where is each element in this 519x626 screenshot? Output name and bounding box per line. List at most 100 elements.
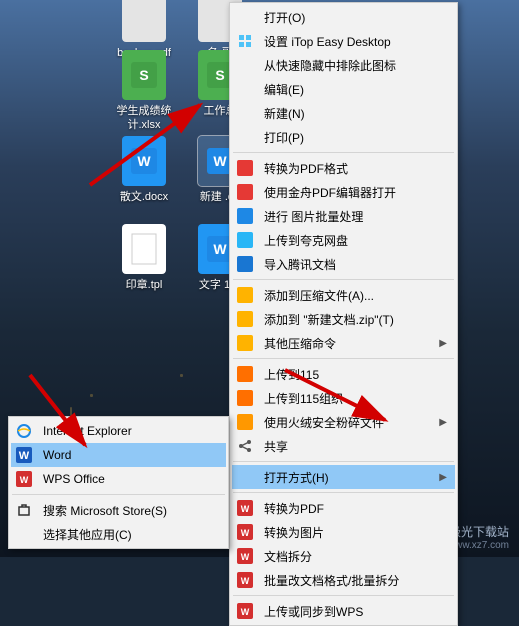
desktop-icon[interactable]: S学生成绩统计.xlsx	[110, 50, 178, 133]
menu-item[interactable]: 添加到压缩文件(A)...	[232, 283, 455, 307]
menu-item-label: 转换为PDF	[264, 500, 433, 517]
menu-item-label: Internet Explorer	[43, 424, 204, 438]
menu-item-label: 上传或同步到WPS	[264, 603, 433, 620]
menu-item[interactable]: 打开(O)	[232, 5, 455, 29]
svg-text:W: W	[20, 475, 29, 485]
store-icon	[15, 501, 33, 519]
menu-item[interactable]: 上传到115组织	[232, 386, 455, 410]
menu-item[interactable]: 其他压缩命令▶	[232, 331, 455, 355]
menu-item[interactable]: W Word	[11, 443, 226, 467]
wps-icon: W	[236, 571, 254, 589]
word-icon: W	[15, 446, 33, 464]
menu-item-label: 其他压缩命令	[264, 335, 433, 352]
blank-icon	[236, 8, 254, 26]
menu-separator	[233, 595, 454, 596]
huorong-icon	[236, 413, 254, 431]
menu-item-label: 进行 图片批量处理	[264, 208, 433, 225]
menu-item-label: Word	[43, 448, 204, 462]
blank-icon	[15, 525, 33, 543]
menu-item[interactable]: 上传到115	[232, 362, 455, 386]
menu-separator	[233, 461, 454, 462]
menu-item[interactable]: 打印(P)	[232, 125, 455, 149]
menu-item-label: 导入腾讯文档	[264, 256, 433, 273]
zip-icon	[236, 286, 254, 304]
submenu-arrow-icon: ▶	[439, 472, 447, 483]
menu-item[interactable]: 使用金舟PDF编辑器打开	[232, 180, 455, 204]
svg-text:W: W	[241, 607, 250, 617]
menu-item[interactable]: 编辑(E)	[232, 77, 455, 101]
menu-item-label: 从快速隐藏中排除此图标	[264, 57, 433, 74]
menu-item[interactable]: 打开方式(H) ▶	[232, 465, 455, 489]
svg-text:W: W	[241, 552, 250, 562]
menu-item-label: 打开(O)	[264, 9, 433, 26]
menu-item-label: 打印(P)	[264, 129, 433, 146]
menu-separator	[12, 494, 225, 495]
menu-item[interactable]: Internet Explorer	[11, 419, 226, 443]
menu-item[interactable]: W 上传或同步到WPS	[232, 599, 455, 623]
menu-item-label: 打开方式(H)	[264, 469, 433, 486]
tencent-icon	[236, 255, 254, 273]
xls-file-icon: S	[122, 50, 166, 100]
pdf-icon	[236, 183, 254, 201]
menu-separator	[233, 358, 454, 359]
menu-item-label: 上传到夸克网盘	[264, 232, 433, 249]
menu-item-label: 转换为PDF格式	[264, 160, 433, 177]
menu-item[interactable]: 共享	[232, 434, 455, 458]
wps-icon: W	[15, 470, 33, 488]
context-menu[interactable]: 打开(O) 设置 iTop Easy Desktop 从快速隐藏中排除此图标编辑(E…	[229, 2, 458, 626]
menu-item[interactable]: W 批量改文档格式/批量拆分	[232, 568, 455, 592]
menu-item[interactable]: 上传到夸克网盘	[232, 228, 455, 252]
menu-item[interactable]: W 文档拆分	[232, 544, 455, 568]
menu-item-label: 转换为图片	[264, 524, 433, 541]
menu-item[interactable]: 搜索 Microsoft Store(S)	[11, 498, 226, 522]
menu-item-label: 添加到压缩文件(A)...	[264, 287, 433, 304]
wps-icon: W	[236, 499, 254, 517]
menu-item[interactable]: 添加到 "新建文档.zip"(T)	[232, 307, 455, 331]
wps-icon: W	[236, 523, 254, 541]
menu-item-label: WPS Office	[43, 472, 204, 486]
desktop-icon-label: 印章.tpl	[110, 278, 178, 292]
blank-icon	[236, 56, 254, 74]
pdf-icon	[236, 159, 254, 177]
grid-icon	[236, 32, 254, 50]
wps2-icon: W	[236, 602, 254, 620]
menu-item-label: 文档拆分	[264, 548, 433, 565]
menu-item-label: 批量改文档格式/批量拆分	[264, 572, 433, 589]
menu-item[interactable]: 设置 iTop Easy Desktop	[232, 29, 455, 53]
menu-item-label: 上传到115组织	[264, 390, 433, 407]
blank-icon	[236, 128, 254, 146]
menu-item[interactable]: 选择其他应用(C)	[11, 522, 226, 546]
open-with-submenu[interactable]: Internet Explorer W Word W WPS Office 搜索 Micr…	[8, 416, 229, 549]
menu-item[interactable]: 新建(N)	[232, 101, 455, 125]
menu-item-label: 共享	[264, 438, 433, 455]
menu-separator	[233, 492, 454, 493]
ie-icon	[15, 422, 33, 440]
desktop-icon-label: 散文.docx	[110, 190, 178, 204]
share-icon	[236, 437, 254, 455]
menu-item-label: 新建(N)	[264, 105, 433, 122]
115-icon	[236, 389, 254, 407]
svg-text:W: W	[241, 504, 250, 514]
blank-icon	[236, 80, 254, 98]
blank-icon	[236, 104, 254, 122]
menu-separator	[233, 279, 454, 280]
menu-item[interactable]: W WPS Office	[11, 467, 226, 491]
svg-text:W: W	[137, 153, 151, 169]
menu-item[interactable]: 从快速隐藏中排除此图标	[232, 53, 455, 77]
cloud-icon	[236, 231, 254, 249]
svg-text:W: W	[213, 241, 227, 257]
menu-item[interactable]: 导入腾讯文档	[232, 252, 455, 276]
desktop-icon[interactable]: W 散文.docx	[110, 136, 178, 204]
svg-text:W: W	[241, 576, 250, 586]
menu-item-label: 编辑(E)	[264, 81, 433, 98]
menu-item[interactable]: 转换为PDF格式	[232, 156, 455, 180]
img-icon	[236, 207, 254, 225]
menu-item[interactable]: W 转换为图片	[232, 520, 455, 544]
menu-item[interactable]: 使用火绒安全粉碎文件▶	[232, 410, 455, 434]
desktop-icon[interactable]: 印章.tpl	[110, 224, 178, 292]
menu-item[interactable]: W 转换为PDF	[232, 496, 455, 520]
menu-item-label: 设置 iTop Easy Desktop	[264, 33, 433, 50]
submenu-arrow-icon: ▶	[439, 417, 447, 428]
zip-icon	[236, 310, 254, 328]
menu-item[interactable]: 进行 图片批量处理	[232, 204, 455, 228]
